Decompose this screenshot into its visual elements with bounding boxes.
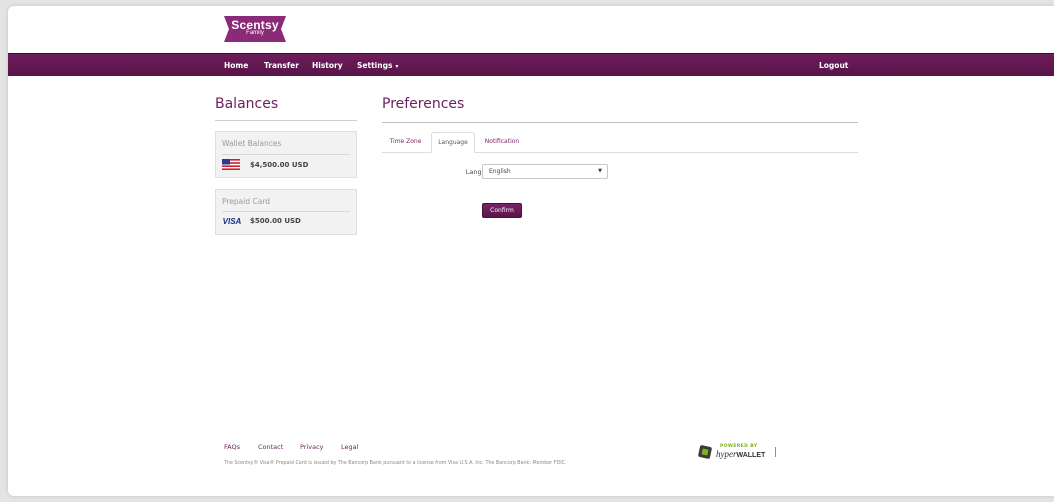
footer-link-faqs[interactable]: FAQs <box>224 443 240 451</box>
dropdown-arrow-icon: ▼ <box>598 168 602 174</box>
tab-time-zone[interactable]: Time Zone <box>382 132 429 153</box>
divider <box>215 120 357 121</box>
hyperwallet-badge-icon <box>698 445 712 459</box>
footer-link-contact[interactable]: Contact <box>258 443 283 451</box>
balances-title: Balances <box>215 96 279 112</box>
nav-home[interactable]: Home <box>224 54 248 77</box>
tab-notification[interactable]: Notification <box>477 132 527 153</box>
chevron-down-icon: ▾ <box>395 63 399 70</box>
prepaid-balance-amount: $500.00 USD <box>250 217 301 225</box>
tab-language[interactable]: Language <box>431 132 475 153</box>
scentsy-logo[interactable]: Scentsy Family <box>220 16 290 42</box>
wallet-balances-card: Wallet Balances $4,500.00 USD <box>215 131 357 178</box>
hyperwallet-name-bold: WALLET <box>736 452 766 459</box>
nav-settings[interactable]: Settings ▾ <box>357 54 398 77</box>
nav-settings-label: Settings <box>357 61 393 70</box>
page-title: Preferences <box>382 96 465 112</box>
language-select[interactable]: English ▼ <box>482 164 608 179</box>
confirm-button[interactable]: Confirm <box>482 203 522 218</box>
hyperwallet-name-light: hyper <box>716 449 737 459</box>
hyperwallet-name: hyperWALLET <box>716 449 765 459</box>
divider <box>222 154 350 155</box>
footer-disclaimer: The Scentsy® Visa® Prepaid Card is issue… <box>224 461 567 466</box>
us-flag-icon <box>222 159 240 170</box>
nav-transfer[interactable]: Transfer <box>264 54 299 77</box>
wallet-balances-title: Wallet Balances <box>222 139 282 148</box>
wallet-balance-amount: $4,500.00 USD <box>250 161 309 169</box>
top-navbar: Home Transfer History Settings ▾ Logout <box>8 53 1054 76</box>
visa-icon: VISA <box>222 217 242 226</box>
prepaid-card-title: Prepaid Card <box>222 197 271 206</box>
nav-logout[interactable]: Logout <box>819 54 848 77</box>
app-window: Scentsy Family Home Transfer History Set… <box>8 6 1054 496</box>
logo-sub: Family <box>246 30 264 36</box>
hyperwallet-logo: POWERED BY hyperWALLET <box>698 444 778 466</box>
divider <box>382 122 858 123</box>
language-select-value: English <box>489 168 511 175</box>
footer-link-legal[interactable]: Legal <box>341 443 358 451</box>
hyperwallet-bar <box>775 447 776 457</box>
footer-link-privacy[interactable]: Privacy <box>300 443 324 451</box>
nav-history[interactable]: History <box>312 54 343 77</box>
prepaid-card-card: Prepaid Card VISA $500.00 USD <box>215 189 357 235</box>
divider <box>222 211 350 212</box>
